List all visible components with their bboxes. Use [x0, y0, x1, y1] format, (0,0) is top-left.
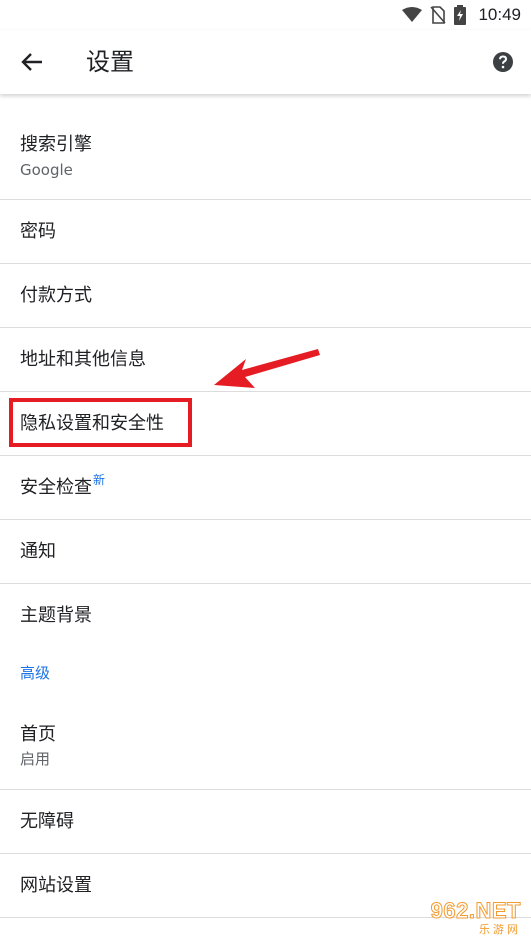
settings-item-label: 首页 — [20, 724, 56, 745]
help-button[interactable] — [491, 50, 515, 74]
settings-item-search-engine[interactable]: 搜索引擎 Google — [0, 96, 531, 200]
advanced-section-header: 高级 — [0, 648, 531, 704]
settings-list: 搜索引擎 Google 密码 付款方式 地址和其他信息 隐私设置和安全性 安全检… — [0, 96, 531, 918]
settings-item-label: 网站设置 — [20, 875, 92, 896]
no-sim-icon — [430, 6, 447, 24]
status-bar: 10:49 — [0, 0, 531, 30]
settings-item-label: 隐私设置和安全性 — [20, 413, 164, 434]
settings-item-label: 搜索引擎 — [20, 134, 92, 155]
settings-item-subtitle: 启用 — [20, 750, 51, 768]
settings-item-label: 地址和其他信息 — [20, 349, 146, 370]
settings-item-site-settings[interactable]: 网站设置 — [0, 854, 531, 918]
settings-item-themes[interactable]: 主题背景 — [0, 584, 531, 648]
settings-item-label: 付款方式 — [20, 285, 92, 306]
settings-item-passwords[interactable]: 密码 — [0, 200, 531, 264]
settings-item-accessibility[interactable]: 无障碍 — [0, 790, 531, 854]
settings-item-notifications[interactable]: 通知 — [0, 520, 531, 584]
back-arrow-icon — [21, 53, 42, 71]
settings-item-label: 主题背景 — [20, 605, 92, 626]
settings-item-subtitle: Google — [20, 161, 73, 179]
watermark-sub-text: 乐游网 — [479, 923, 521, 936]
app-bar: 设置 — [0, 30, 531, 94]
settings-item-payment-methods[interactable]: 付款方式 — [0, 264, 531, 328]
settings-item-label: 无障碍 — [20, 811, 74, 832]
wifi-icon — [402, 7, 423, 22]
settings-item-homepage[interactable]: 首页 启用 — [0, 704, 531, 790]
status-time: 10:49 — [478, 5, 521, 24]
settings-item-label: 通知 — [20, 541, 56, 562]
battery-charging-icon — [454, 5, 467, 25]
page-title: 设置 — [86, 48, 134, 76]
status-icons: 10:49 — [402, 3, 521, 27]
settings-item-safety-check[interactable]: 安全检查新 — [0, 456, 531, 520]
settings-item-privacy-security[interactable]: 隐私设置和安全性 — [0, 392, 531, 456]
help-icon — [493, 52, 513, 72]
back-button[interactable] — [16, 46, 48, 78]
settings-item-addresses[interactable]: 地址和其他信息 — [0, 328, 531, 392]
settings-item-label: 安全检查新 — [20, 473, 105, 500]
advanced-section-label: 高级 — [20, 664, 51, 682]
settings-item-label: 密码 — [20, 221, 56, 242]
new-badge: 新 — [93, 473, 106, 487]
settings-item-label-text: 安全检查 — [20, 477, 92, 498]
